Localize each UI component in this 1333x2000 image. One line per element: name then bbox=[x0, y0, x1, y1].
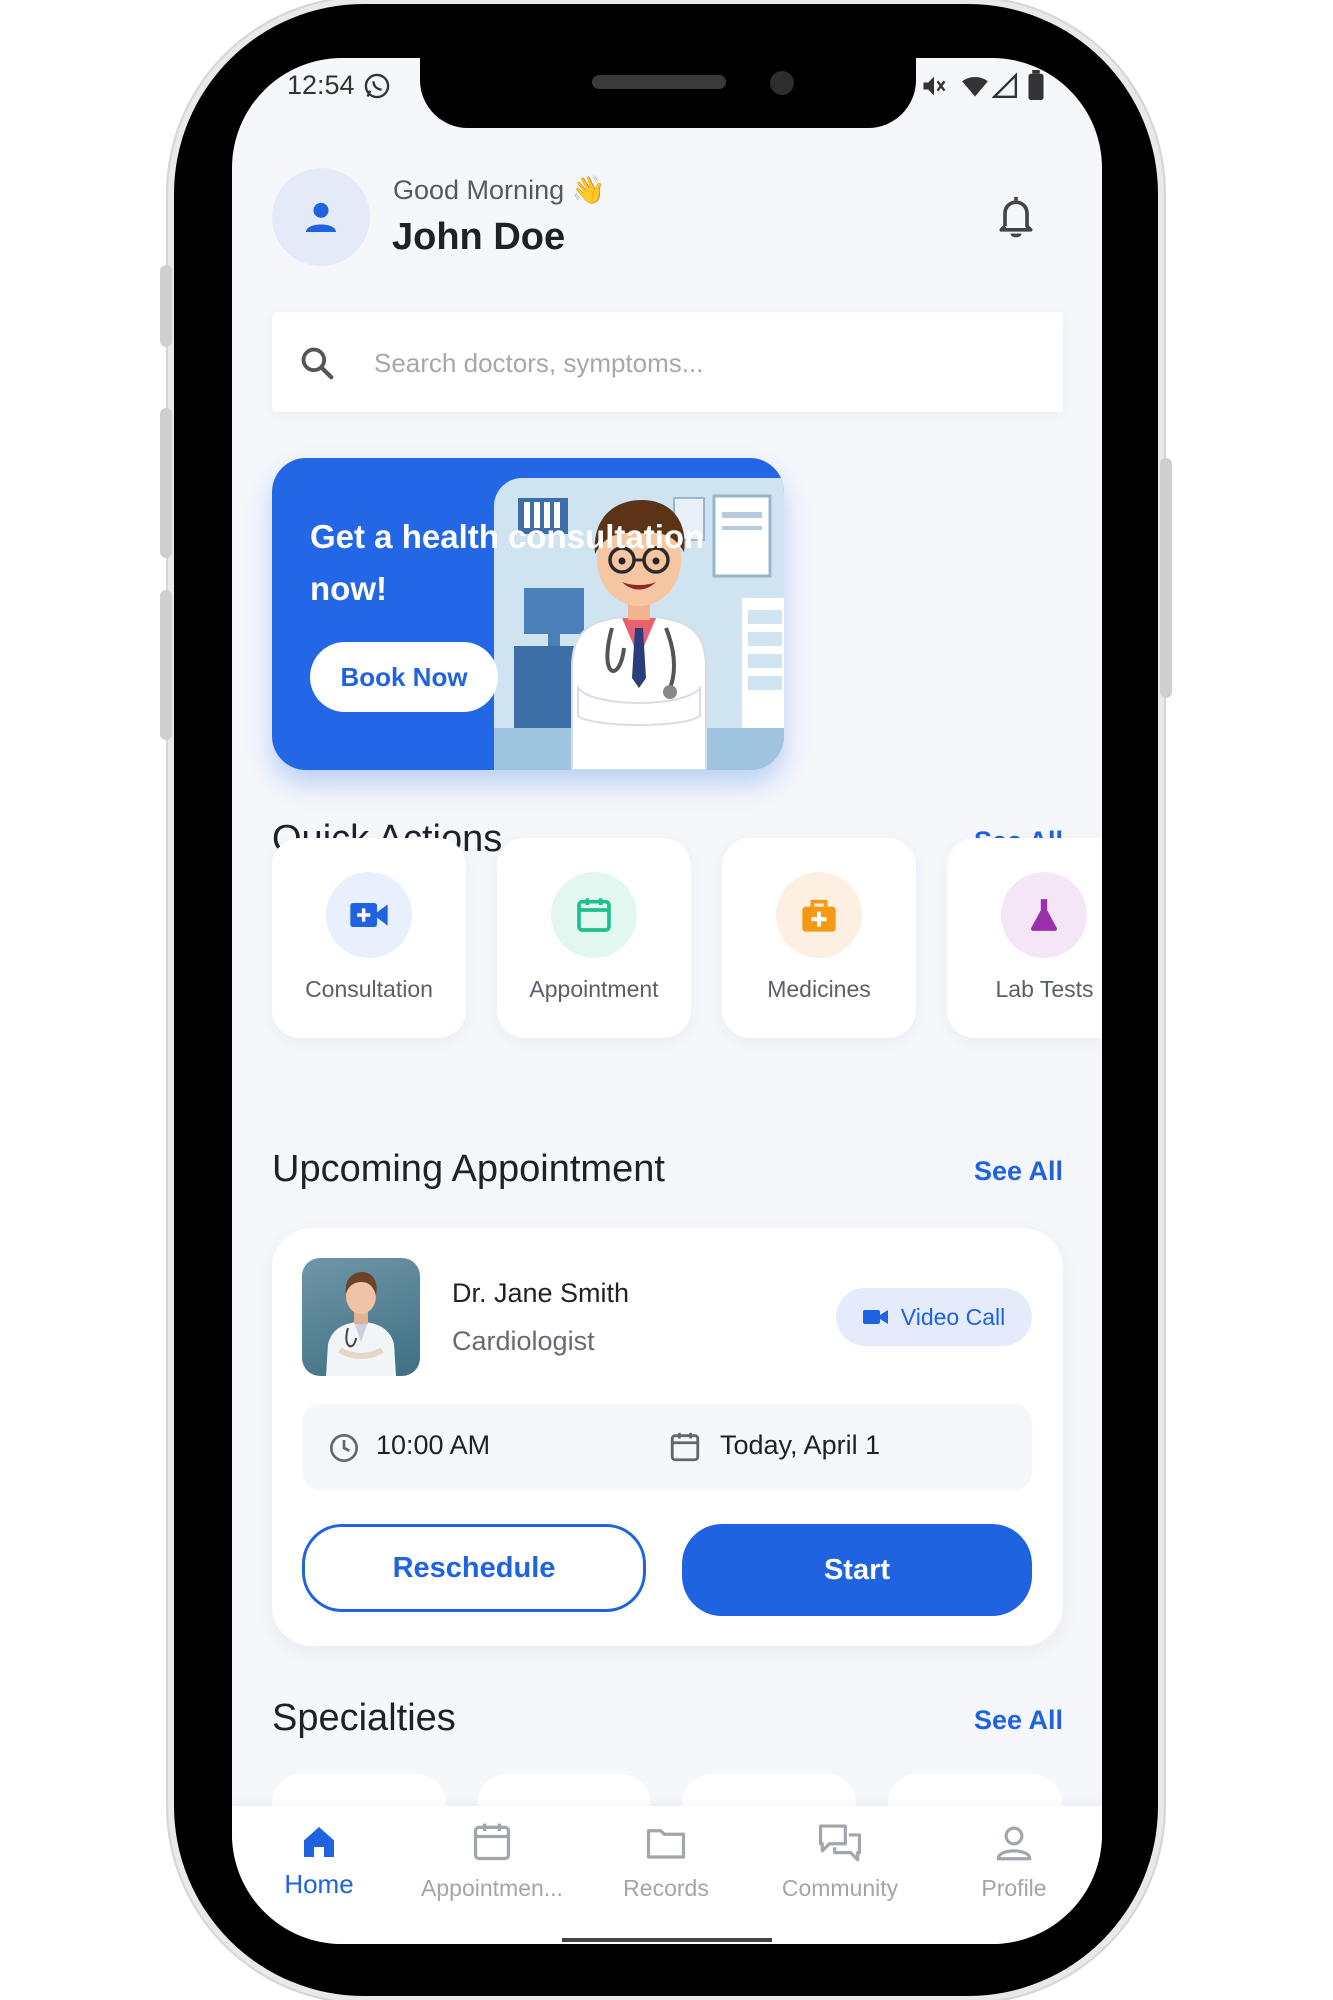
promo-banner[interactable]: Get a health consultation now! Book Now bbox=[272, 458, 784, 770]
quick-action-label: Appointment bbox=[529, 976, 659, 1002]
calendar-icon bbox=[473, 1823, 511, 1861]
person-icon bbox=[996, 1826, 1032, 1861]
upcoming-title: Upcoming Appointment bbox=[272, 1148, 665, 1190]
medkit-icon bbox=[802, 899, 836, 932]
book-now-label: Book Now bbox=[340, 661, 468, 692]
home-icon bbox=[304, 1827, 334, 1857]
quick-action-consultation[interactable]: Consultation bbox=[272, 838, 466, 1038]
appointment-time: 10:00 AM bbox=[376, 1430, 491, 1460]
home-indicator bbox=[562, 1938, 772, 1942]
medicines-icon-bg bbox=[776, 872, 862, 958]
clock-icon bbox=[330, 1434, 358, 1462]
upcoming-see-all[interactable]: See All bbox=[974, 1156, 1063, 1187]
nav-label: Appointmen... bbox=[421, 1875, 563, 1901]
phone-side-button bbox=[160, 590, 172, 740]
video-call-badge: Video Call bbox=[836, 1288, 1032, 1346]
appointment-date: Today, April 1 bbox=[720, 1430, 881, 1460]
nav-label: Home bbox=[284, 1869, 354, 1899]
greeting-label: Good Morning bbox=[393, 175, 565, 205]
nav-label: Records bbox=[623, 1875, 709, 1901]
search-bar[interactable] bbox=[272, 312, 1063, 412]
quick-action-label: Lab Tests bbox=[995, 976, 1094, 1002]
quick-action-lab-tests[interactable]: Lab Tests bbox=[947, 838, 1102, 1038]
banner-title-line1: Get a health consultation bbox=[310, 518, 705, 555]
banner-title-line2: now! bbox=[310, 570, 387, 607]
front-camera bbox=[770, 71, 794, 95]
speaker bbox=[592, 75, 726, 89]
folder-icon bbox=[646, 1829, 686, 1859]
bell-icon[interactable] bbox=[994, 193, 1038, 241]
greeting-text: Good Morning 👋 bbox=[393, 174, 605, 206]
reschedule-button[interactable]: Reschedule bbox=[302, 1524, 646, 1612]
video-call-label: Video Call bbox=[900, 1303, 1006, 1330]
appointment-icon-bg bbox=[551, 872, 637, 958]
signal-icon bbox=[992, 72, 1018, 99]
lab-tests-icon-bg bbox=[1001, 872, 1087, 958]
quick-action-appointment[interactable]: Appointment bbox=[497, 838, 691, 1038]
doctor-photo bbox=[302, 1258, 420, 1376]
specialties-see-all[interactable]: See All bbox=[974, 1705, 1063, 1736]
phone-side-button bbox=[160, 265, 172, 347]
book-now-button[interactable]: Book Now bbox=[310, 642, 498, 712]
search-input[interactable] bbox=[372, 340, 1026, 386]
nav-label: Profile bbox=[981, 1875, 1047, 1901]
search-icon bbox=[301, 347, 334, 380]
person-icon bbox=[306, 202, 336, 232]
start-button[interactable]: Start bbox=[682, 1524, 1032, 1616]
quick-action-label: Consultation bbox=[305, 976, 433, 1002]
notch bbox=[420, 58, 916, 128]
wave-emoji: 👋 bbox=[571, 175, 606, 205]
status-time: 12:54 bbox=[287, 70, 355, 100]
avatar[interactable] bbox=[272, 168, 370, 266]
start-label: Start bbox=[823, 1553, 891, 1586]
calendar-icon bbox=[577, 898, 611, 932]
battery-icon bbox=[1028, 70, 1044, 100]
quick-action-medicines[interactable]: Medicines bbox=[722, 838, 916, 1038]
phone-side-button bbox=[160, 408, 172, 558]
nav-home[interactable]: Home bbox=[234, 1822, 404, 1900]
nav-appointments[interactable]: Appointmen... bbox=[407, 1820, 577, 1902]
nav-records[interactable]: Records bbox=[581, 1822, 751, 1902]
video-plus-icon bbox=[350, 903, 388, 927]
wifi-icon bbox=[962, 76, 988, 97]
whatsapp-icon bbox=[364, 73, 390, 99]
appointment-card[interactable]: Dr. Jane Smith Cardiologist Video Call 1… bbox=[272, 1228, 1063, 1646]
consultation-icon-bg bbox=[326, 872, 412, 958]
mute-icon bbox=[923, 76, 946, 96]
doctor-name: Dr. Jane Smith bbox=[452, 1278, 630, 1308]
chat-icon bbox=[818, 1824, 862, 1862]
appointment-details: 10:00 AM Today, April 1 bbox=[302, 1404, 1032, 1490]
doctor-specialty: Cardiologist bbox=[452, 1326, 595, 1356]
quick-action-label: Medicines bbox=[767, 976, 871, 1002]
flask-icon bbox=[1031, 899, 1057, 931]
nav-profile[interactable]: Profile bbox=[929, 1822, 1099, 1902]
video-camera-icon bbox=[862, 1310, 888, 1324]
reschedule-label: Reschedule bbox=[392, 1551, 556, 1584]
nav-label: Community bbox=[781, 1875, 899, 1901]
specialties-title: Specialties bbox=[272, 1697, 456, 1739]
user-name: John Doe bbox=[392, 216, 566, 258]
phone-side-button bbox=[1160, 458, 1172, 698]
calendar-icon bbox=[670, 1432, 700, 1462]
nav-community[interactable]: Community bbox=[755, 1820, 925, 1902]
